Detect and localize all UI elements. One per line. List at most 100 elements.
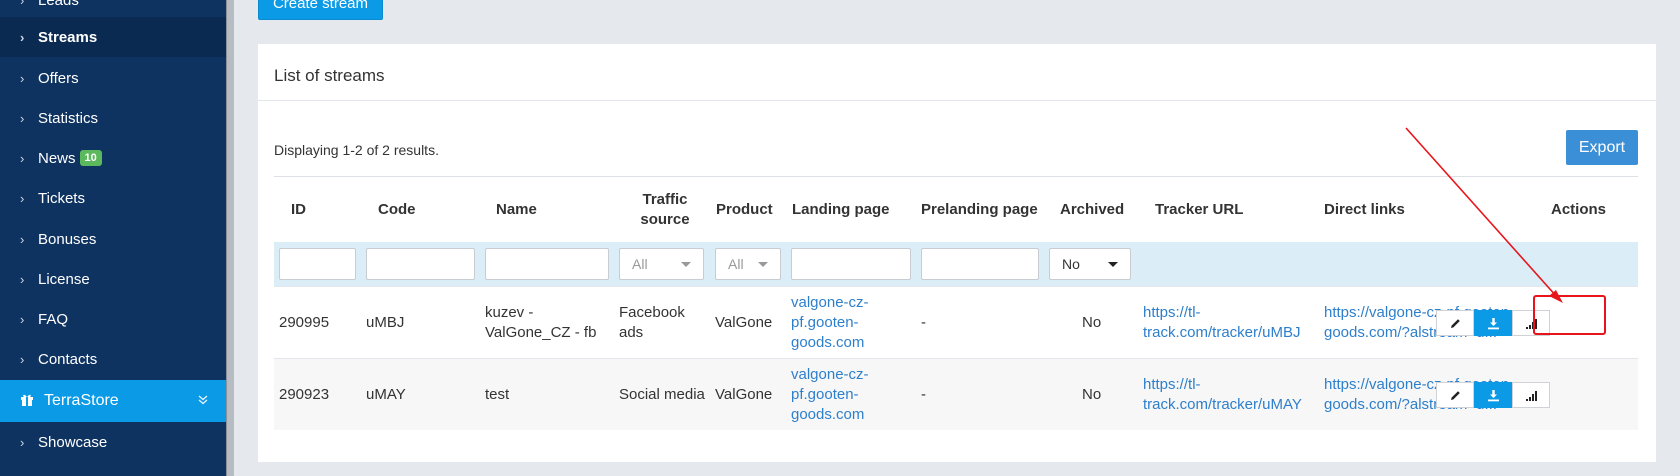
- landing-page-link[interactable]: valgone-cz- pf.gooten- goods.com: [791, 359, 869, 431]
- tracker-url-link[interactable]: https://tl- track.com/tracker/uMBJ: [1143, 287, 1301, 359]
- sidebar-item-tickets[interactable]: › Tickets: [0, 178, 226, 218]
- double-chevron-down-icon[interactable]: [198, 394, 208, 408]
- edit-button[interactable]: [1436, 310, 1474, 336]
- results-summary: Displaying 1-2 of 2 results.: [274, 142, 439, 158]
- sidebar-item-offers[interactable]: › Offers: [0, 58, 226, 98]
- create-stream-button[interactable]: Create stream: [258, 0, 383, 20]
- pencil-icon: [1449, 389, 1462, 402]
- cell-id: 290995: [279, 314, 330, 331]
- link-text: https://tl-: [1143, 304, 1201, 321]
- sidebar-item-label: Tickets: [38, 189, 85, 207]
- download-button[interactable]: [1474, 310, 1512, 336]
- column-header-archived[interactable]: Archived: [1060, 177, 1124, 243]
- sidebar-item-license[interactable]: › License: [0, 259, 226, 299]
- tracker-url-link[interactable]: https://tl- track.com/tracker/uMAY: [1143, 359, 1302, 431]
- row-actions: [1436, 382, 1550, 408]
- sidebar: › Leads › Streams › Offers › Statistics …: [0, 0, 226, 476]
- column-header-tracker-url[interactable]: Tracker URL: [1155, 177, 1243, 243]
- column-header-landing-page[interactable]: Landing page: [792, 177, 890, 243]
- export-button[interactable]: Export: [1566, 130, 1638, 165]
- chevron-right-icon: ›: [20, 29, 25, 45]
- name-filter-input[interactable]: [485, 248, 609, 280]
- prelanding-page-filter-input[interactable]: [921, 248, 1039, 280]
- column-header-product[interactable]: Product: [716, 177, 773, 243]
- link-text: https://tl-: [1143, 376, 1201, 393]
- landing-page-link[interactable]: valgone-cz- pf.gooten- goods.com: [791, 287, 869, 359]
- sidebar-item-streams[interactable]: › Streams: [0, 17, 226, 57]
- signal-bars-icon: [1525, 389, 1538, 402]
- filter-row: All All No: [274, 242, 1638, 286]
- column-header-traffic-source[interactable]: Traffic source: [631, 177, 699, 243]
- table-header: ID Code Name Traffic source Product Land…: [274, 176, 1638, 242]
- download-button[interactable]: [1474, 382, 1512, 408]
- caret-down-icon: [1108, 262, 1118, 267]
- code-filter-input[interactable]: [366, 248, 475, 280]
- column-header-direct-links[interactable]: Direct links: [1324, 177, 1405, 243]
- table-row: 290995 uMBJ kuzev - ValGone_CZ - fb Face…: [274, 286, 1638, 358]
- sidebar-item-showcase[interactable]: › Showcase: [0, 422, 226, 462]
- sidebar-item-label: Leads: [38, 0, 79, 9]
- sidebar-item-label: TerraStore: [44, 392, 119, 409]
- sidebar-divider[interactable]: [226, 0, 234, 476]
- chevron-right-icon: ›: [20, 190, 25, 206]
- row-actions: [1436, 310, 1550, 336]
- id-filter-input[interactable]: [279, 248, 356, 280]
- signal-bars-icon: [1525, 317, 1538, 330]
- chevron-right-icon: ›: [20, 150, 25, 166]
- pencil-icon: [1449, 317, 1462, 330]
- link-text: pf.gooten-: [791, 314, 859, 331]
- cell-name: kuzev - ValGone_CZ - fb: [485, 287, 596, 359]
- cell-product: ValGone: [715, 386, 773, 403]
- panel-title: List of streams: [274, 66, 385, 85]
- statistics-button[interactable]: [1512, 310, 1550, 336]
- column-header-code[interactable]: Code: [378, 177, 416, 243]
- sidebar-item-bonuses[interactable]: › Bonuses: [0, 219, 226, 259]
- sidebar-item-label: Offers: [38, 69, 79, 87]
- chevron-right-icon: ›: [20, 70, 25, 86]
- streams-panel: List of streams Displaying 1-2 of 2 resu…: [258, 44, 1656, 462]
- cell-archived: No: [1082, 386, 1102, 403]
- cell-traffic-source: Facebook ads: [619, 287, 685, 359]
- download-icon: [1487, 389, 1500, 402]
- chevron-right-icon: ›: [20, 434, 25, 450]
- traffic-source-filter-select[interactable]: All: [619, 248, 704, 280]
- table-row: 290923 uMAY test Social media ValGone va…: [274, 358, 1638, 430]
- cell-id: 290923: [279, 386, 330, 403]
- sidebar-item-terrastore[interactable]: TerraStore: [0, 380, 226, 422]
- sidebar-item-label: Streams: [38, 28, 98, 46]
- news-count-badge: 10: [79, 150, 102, 166]
- column-header-prelanding-page[interactable]: Prelanding page: [921, 177, 1038, 243]
- select-value: All: [632, 256, 648, 272]
- chevron-right-icon: ›: [20, 110, 25, 126]
- cell-product: ValGone: [715, 314, 773, 331]
- cell-code: uMAY: [366, 386, 406, 403]
- product-filter-select[interactable]: All: [715, 248, 781, 280]
- sidebar-item-news[interactable]: › News 10: [0, 138, 226, 178]
- chevron-right-icon: ›: [20, 271, 25, 287]
- cell-prelanding-page: -: [921, 314, 926, 331]
- link-text: valgone-cz-: [791, 294, 869, 311]
- link-text: pf.gooten-: [791, 386, 859, 403]
- sidebar-item-label: License: [38, 270, 90, 288]
- sidebar-item-label: FAQ: [38, 310, 69, 328]
- column-header-actions: Actions: [1551, 201, 1607, 218]
- column-header-label: source: [640, 211, 690, 228]
- select-value: No: [1062, 256, 1080, 272]
- column-header-name[interactable]: Name: [496, 177, 537, 243]
- sidebar-item-statistics[interactable]: › Statistics: [0, 98, 226, 138]
- sidebar-item-contacts[interactable]: › Contacts: [0, 339, 226, 379]
- statistics-button[interactable]: [1512, 382, 1550, 408]
- edit-button[interactable]: [1436, 382, 1474, 408]
- download-icon: [1487, 317, 1500, 330]
- landing-page-filter-input[interactable]: [791, 248, 911, 280]
- divider: [258, 100, 1656, 101]
- chevron-right-icon: ›: [20, 351, 25, 367]
- chevron-right-icon: ›: [20, 0, 25, 8]
- select-value: All: [728, 256, 744, 272]
- cell-traffic-source: Social media: [619, 386, 705, 403]
- column-header-id[interactable]: ID: [291, 177, 306, 243]
- link-text: goods.com: [791, 406, 865, 423]
- archived-filter-select[interactable]: No: [1049, 248, 1131, 280]
- sidebar-item-faq[interactable]: › FAQ: [0, 299, 226, 339]
- column-header-label: Traffic: [642, 191, 688, 208]
